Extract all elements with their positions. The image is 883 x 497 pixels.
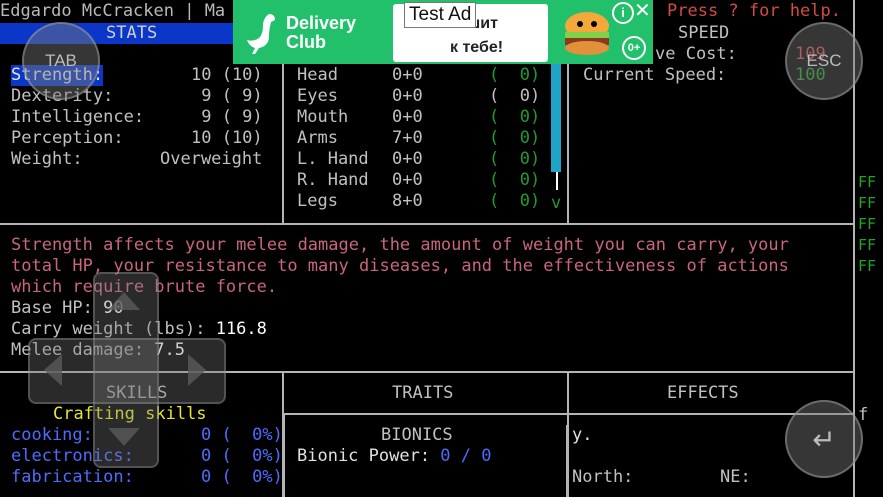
divider-traits-body — [283, 413, 853, 415]
enc-warmth-legs: ( 0) — [489, 191, 541, 211]
stat-value-dexterity: 9 ( 9) — [191, 86, 263, 106]
ad-age-rating: 0+ — [622, 36, 646, 60]
dpad-down-icon[interactable] — [108, 428, 140, 446]
enc-warmth-r-hand: ( 0) — [489, 170, 541, 190]
side-ff-1: FF — [858, 173, 877, 191]
stat-value-weight: Overweight — [160, 149, 263, 169]
enc-value-legs: 8+0 — [392, 191, 423, 211]
stat-label-intelligence[interactable]: Intelligence: — [11, 107, 144, 128]
stat-value-intelligence: 9 ( 9) — [191, 107, 263, 127]
enc-value-l-hand: 0+0 — [392, 149, 423, 169]
compass-ne: NE: — [720, 467, 751, 487]
bionics-right-border — [566, 425, 568, 497]
dpad-left-icon[interactable] — [44, 354, 62, 386]
esc-button[interactable]: ESC — [785, 22, 863, 100]
enc-warmth-arms: ( 0) — [489, 128, 541, 148]
bionic-power: Bionic Power: 0 / 0 — [297, 446, 492, 466]
burger-icon — [565, 12, 609, 55]
enc-part-legs: Legs — [297, 191, 338, 211]
ad-brand: Delivery Club — [286, 13, 357, 52]
enc-part-eyes: Eyes — [297, 86, 338, 106]
ad-close-icon[interactable]: ✕ — [634, 1, 651, 21]
skill-label-fabrication[interactable]: fabrication: — [11, 467, 134, 488]
skill-label-cooking[interactable]: cooking: — [11, 425, 93, 446]
enc-part-l-hand: L. Hand — [297, 149, 369, 169]
enc-value-arms: 7+0 — [392, 128, 423, 148]
enc-warmth-l-hand: ( 0) — [489, 149, 541, 169]
enc-value-eyes: 0+0 — [392, 86, 423, 106]
skill-value-cooking: 0 ( 0%) — [201, 425, 283, 445]
speed-title: SPEED — [678, 23, 730, 43]
divider-stats-enc — [282, 44, 284, 224]
compass-north: North: — [572, 467, 634, 487]
stat-value-perception: 10 (10) — [191, 128, 263, 148]
description-line-1: Strength affects your melee damage, the … — [11, 235, 789, 255]
enc-warmth-head: ( 0) — [489, 65, 541, 85]
overmap-y: y. — [572, 425, 593, 445]
enc-part-arms: Arms — [297, 128, 338, 148]
enc-value-mouth: 0+0 — [392, 107, 423, 127]
current-speed-label: Current Speed: — [583, 65, 727, 85]
divider-description-top — [0, 223, 855, 225]
enc-value-r-hand: 0+0 — [392, 170, 423, 190]
skill-value-electronics: 0 ( 0%) — [201, 446, 283, 466]
enc-value-head: 0+0 — [392, 65, 423, 85]
stat-value-strength: 10 (10) — [191, 65, 263, 85]
stats-title: STATS — [106, 23, 158, 43]
bionics-left-border — [283, 413, 285, 497]
character-name: Edgardo McCracken | Ma — [0, 1, 226, 21]
enc-part-mouth: Mouth — [297, 107, 349, 127]
ostrich-icon — [247, 14, 275, 54]
enc-part-r-hand: R. Hand — [297, 170, 369, 190]
help-hint: Press ? for help. — [667, 1, 841, 21]
bionics-title[interactable]: BIONICS — [381, 425, 453, 446]
scroll-more-indicator: v — [551, 193, 562, 213]
scrollbar-thumb[interactable] — [556, 172, 558, 190]
dpad-right-icon[interactable] — [188, 354, 206, 386]
effects-title[interactable]: EFFECTS — [667, 383, 739, 404]
stat-label-weight: Weight: — [11, 149, 83, 169]
enc-warmth-eyes: ( 0) — [489, 86, 541, 106]
dpad-up-icon[interactable] — [108, 292, 140, 310]
divider-enc-speed — [567, 44, 569, 224]
traits-title[interactable]: TRAITS — [392, 383, 453, 404]
side-ff-3: FF — [858, 215, 877, 233]
test-ad-label: Test Ad — [404, 2, 477, 28]
stat-label-perception[interactable]: Perception: — [11, 128, 124, 149]
enc-warmth-mouth: ( 0) — [489, 107, 541, 127]
skill-value-fabrication: 0 ( 0%) — [201, 467, 283, 487]
enc-part-head: Head — [297, 65, 338, 85]
move-cost-label: ve Cost: — [655, 44, 737, 64]
encumbrance-scrollbar[interactable] — [551, 64, 561, 172]
side-ff-2: FF — [858, 194, 877, 212]
side-ff-5: FF — [858, 257, 877, 275]
ad-info-icon[interactable]: i — [612, 2, 634, 24]
enter-button[interactable]: ↵ — [785, 400, 863, 478]
tab-button[interactable]: TAB — [22, 22, 100, 100]
side-ff-4: FF — [858, 236, 877, 254]
